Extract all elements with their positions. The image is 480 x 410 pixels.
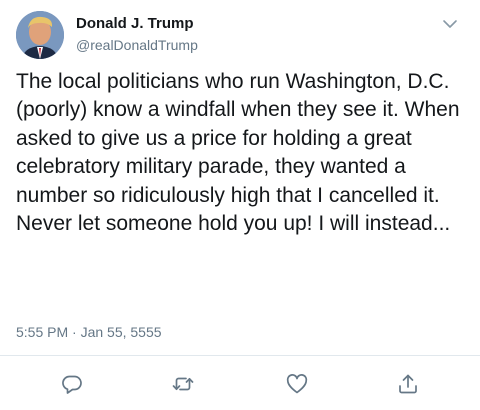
retweet-icon[interactable] [171,372,195,396]
avatar[interactable] [16,11,64,59]
divider [0,355,480,356]
avatar-image [16,11,64,59]
share-icon[interactable] [396,372,420,396]
tweet-timestamp[interactable]: 5:55 PM · Jan 55, 5555 [16,324,162,340]
reply-icon[interactable] [60,372,84,396]
tweet-card: Donald J. Trump @realDonaldTrump The loc… [0,0,480,410]
heart-icon[interactable] [285,372,309,396]
author-name[interactable]: Donald J. Trump [76,15,194,32]
chevron-down-icon[interactable] [440,14,460,34]
author-handle[interactable]: @realDonaldTrump [76,37,198,53]
tweet-text: The local politicians who run Washington… [16,70,460,236]
